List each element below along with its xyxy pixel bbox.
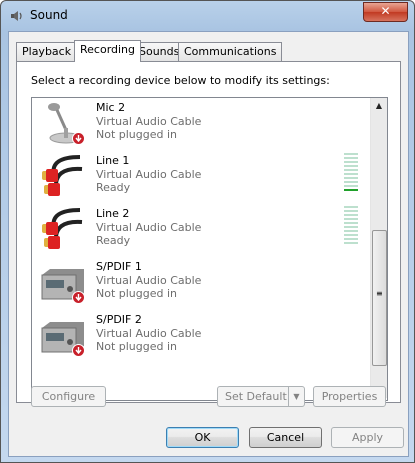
device-list[interactable]: Mic 2 Virtual Audio Cable Not plugged in… — [31, 97, 388, 401]
device-status: Not plugged in — [96, 340, 178, 353]
device-item-spdif-1[interactable]: S/PDIF 1 Virtual Audio Cable Not plugged… — [32, 253, 371, 306]
configure-button[interactable]: Configure — [31, 386, 106, 407]
rca-cable-icon — [42, 155, 83, 196]
meter-segment — [344, 234, 358, 236]
title-bar[interactable]: Sound ✕ — [1, 1, 414, 31]
device-status: Ready — [96, 181, 131, 194]
properties-button[interactable]: Properties — [313, 386, 386, 407]
meter-segment — [344, 222, 358, 224]
device-description: Virtual Audio Cable — [96, 168, 202, 181]
device-description: Virtual Audio Cable — [96, 115, 202, 128]
window-title: Sound — [30, 8, 68, 22]
meter-segment — [344, 177, 358, 179]
device-item-mic-2[interactable]: Mic 2 Virtual Audio Cable Not plugged in — [32, 98, 371, 147]
device-name: Line 1 — [96, 154, 130, 167]
device-item-spdif-2[interactable]: S/PDIF 2 Virtual Audio Cable Not plugged… — [32, 306, 371, 359]
speaker-icon — [11, 11, 22, 21]
meter-segment — [344, 206, 358, 208]
meter-segment — [344, 189, 358, 191]
set-default-label: Set Default — [225, 390, 287, 403]
meter-segment — [344, 185, 358, 187]
dialog-client-area: Playback Recording Sounds Communications… — [8, 31, 409, 457]
level-meter — [344, 206, 358, 246]
device-status: Not plugged in — [96, 287, 178, 300]
set-default-button[interactable]: Set Default ▼ — [217, 386, 305, 407]
instructions-text: Select a recording device below to modif… — [31, 74, 330, 87]
apply-button[interactable]: Apply — [331, 427, 404, 448]
meter-segment — [344, 173, 358, 175]
meter-segment — [344, 153, 358, 155]
device-item-line-1[interactable]: Line 1 Virtual Audio Cable Ready — [32, 147, 371, 200]
device-name: S/PDIF 1 — [96, 260, 142, 273]
meter-segment — [344, 230, 358, 232]
close-icon: ✕ — [380, 4, 391, 18]
recording-tab-panel: Select a recording device below to modif… — [16, 61, 401, 403]
unplugged-badge-icon — [72, 344, 85, 357]
unplugged-badge-icon — [72, 291, 85, 304]
sound-dialog: Sound ✕ Playback Recording Sounds Commun… — [0, 0, 415, 463]
meter-segment — [344, 218, 358, 220]
meter-segment — [344, 169, 358, 171]
scrollbar-thumb[interactable]: ≡ — [372, 230, 387, 366]
meter-segment — [344, 242, 358, 244]
tab-playback[interactable]: Playback — [16, 42, 78, 61]
device-description: Virtual Audio Cable — [96, 327, 202, 340]
device-item-line-2[interactable]: Line 2 Virtual Audio Cable Ready — [32, 200, 371, 253]
device-description: Virtual Audio Cable — [96, 274, 202, 287]
meter-segment — [344, 238, 358, 240]
scrollbar-grip-icon: ≡ — [376, 289, 383, 298]
tab-communications[interactable]: Communications — [178, 42, 283, 61]
meter-segment — [344, 214, 358, 216]
device-name: Line 2 — [96, 207, 130, 220]
device-status: Ready — [96, 234, 131, 247]
device-status: Not plugged in — [96, 128, 178, 141]
tab-recording[interactable]: Recording — [74, 40, 142, 62]
meter-segment — [344, 226, 358, 228]
unplugged-badge-icon — [72, 132, 85, 145]
scroll-up-arrow-icon[interactable]: ▲ — [371, 98, 387, 114]
chevron-down-icon[interactable]: ▼ — [288, 387, 304, 406]
cancel-button[interactable]: Cancel — [249, 427, 322, 448]
meter-segment — [344, 157, 358, 159]
level-meter — [344, 153, 358, 193]
vertical-scrollbar[interactable]: ▲ ≡ ▼ — [370, 98, 387, 398]
ok-button[interactable]: OK — [166, 427, 239, 448]
meter-segment — [344, 181, 358, 183]
meter-segment — [344, 165, 358, 167]
rca-cable-icon — [42, 208, 83, 249]
device-name: Mic 2 — [96, 101, 126, 114]
close-button[interactable]: ✕ — [363, 2, 408, 22]
device-name: S/PDIF 2 — [96, 313, 142, 326]
meter-segment — [344, 210, 358, 212]
meter-segment — [344, 161, 358, 163]
device-description: Virtual Audio Cable — [96, 221, 202, 234]
